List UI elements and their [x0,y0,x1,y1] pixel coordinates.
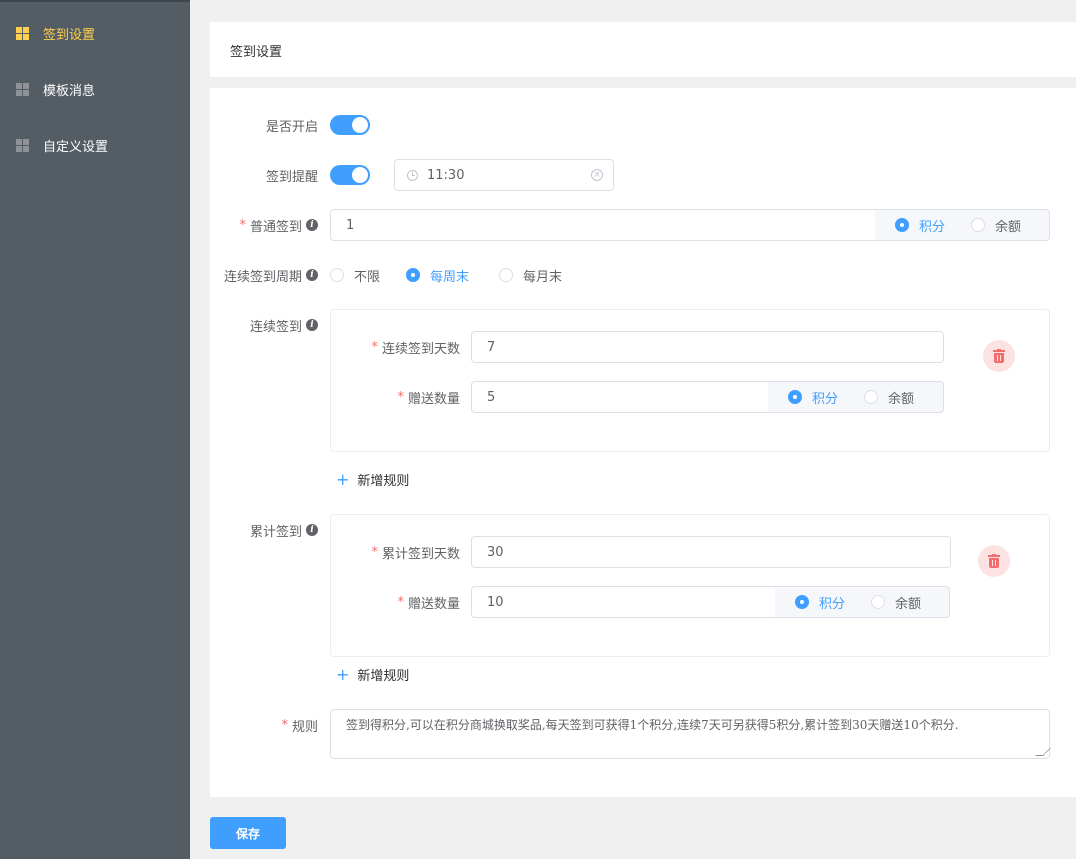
info-icon[interactable]: i [306,319,318,331]
cycle-month-end-radio[interactable]: 每月末 [499,266,562,285]
rules-text: 签到得积分,可以在积分商城换取奖品,每天签到可获得1个积分,连续7天可另获得5积… [346,718,959,732]
cycle-radio-group: 不限 每周末 每月末 [330,265,588,285]
cumulative-amount-input[interactable]: 10 [471,586,776,618]
required-asterisk: * [397,594,404,610]
rules-label-text: 规则 [291,719,318,735]
required-asterisk: * [371,339,378,355]
trash-icon [988,554,1000,568]
grid-icon [16,138,29,152]
sidebar: 签到设置 模板消息 自定义设置 [0,0,190,859]
rules-label: * 规则 [210,716,318,735]
reward-type-points-radio[interactable]: 积分 [795,593,845,612]
cumulative-days-value: 30 [487,544,504,560]
save-button-label: 保存 [235,826,260,841]
cumulative-reward-type: 积分 余额 [775,586,950,618]
info-icon[interactable]: i [306,269,318,281]
reminder-switch[interactable] [330,165,370,185]
consecutive-reward-type: 积分 余额 [768,381,944,413]
consecutive-days-label-text: 连续签到天数 [381,341,460,357]
normal-checkin-label: * 普通签到 i [210,216,318,235]
normal-checkin-input[interactable]: 1 [330,209,876,241]
cumulative-amount-label-text: 赠送数量 [407,596,460,612]
add-cumulative-rule-button[interactable]: + 新增规则 [336,665,409,684]
cycle-label: 连续签到周期 i [200,266,318,285]
clear-icon[interactable]: × [591,169,603,181]
reward-type-balance-radio[interactable]: 余额 [871,593,921,612]
reminder-time-value: 11:30 [427,167,465,183]
page-title: 签到设置 [230,45,283,60]
enabled-label: 是否开启 [210,116,318,135]
sidebar-item-custom-settings[interactable]: 自定义设置 [0,130,190,160]
cumulative-days-input[interactable]: 30 [471,536,951,568]
consecutive-days-label: * 连续签到天数 [340,338,460,357]
normal-checkin-value: 1 [346,217,355,233]
cycle-label-text: 连续签到周期 [223,269,302,285]
enabled-label-text: 是否开启 [265,119,318,135]
add-rule-label: 新增规则 [357,474,410,489]
consecutive-amount-label-text: 赠送数量 [407,391,460,407]
consecutive-amount-value: 5 [487,389,496,405]
required-asterisk: * [239,217,246,233]
sidebar-item-label: 签到设置 [43,27,96,43]
delete-cumulative-rule-button[interactable] [978,545,1010,577]
trash-icon [993,349,1005,363]
consecutive-amount-label: * 赠送数量 [340,388,460,407]
clock-icon [407,169,418,181]
sidebar-item-label: 自定义设置 [43,139,109,155]
plus-icon: + [336,664,350,684]
reward-type-points-radio[interactable]: 积分 [895,216,945,235]
reward-type-points-radio[interactable]: 积分 [788,388,838,407]
reminder-label-text: 签到提醒 [265,169,318,185]
consecutive-days-input[interactable]: 7 [471,331,944,363]
consecutive-label-text: 连续签到 [249,319,302,335]
cumulative-label-text: 累计签到 [249,524,302,540]
info-icon[interactable]: i [306,219,318,231]
save-button[interactable]: 保存 [210,817,286,849]
consecutive-days-value: 7 [487,339,496,355]
consecutive-label: 连续签到 i [210,316,318,335]
cumulative-amount-value: 10 [487,594,504,610]
plus-icon: + [336,469,350,489]
sidebar-item-template-messages[interactable]: 模板消息 [0,74,190,104]
normal-reward-type: 积分 余额 [875,209,1050,241]
reward-type-balance-radio[interactable]: 余额 [864,388,914,407]
cumulative-amount-label: * 赠送数量 [340,593,460,612]
add-rule-label: 新增规则 [357,669,410,684]
rules-textarea[interactable]: 签到得积分,可以在积分商城换取奖品,每天签到可获得1个积分,连续7天可另获得5积… [330,709,1051,759]
cycle-unlimited-radio[interactable]: 不限 [330,266,380,285]
reminder-label: 签到提醒 [210,166,318,185]
consecutive-amount-input[interactable]: 5 [471,381,769,413]
info-icon[interactable]: i [306,524,318,536]
resize-handle[interactable] [1035,748,1051,756]
normal-checkin-label-text: 普通签到 [249,219,302,235]
cumulative-days-label-text: 累计签到天数 [381,546,460,562]
sidebar-item-label: 模板消息 [43,83,96,99]
grid-icon [16,82,29,96]
required-asterisk: * [397,389,404,405]
cumulative-days-label: * 累计签到天数 [340,543,460,562]
required-asterisk: * [371,544,378,560]
cycle-weekend-radio[interactable]: 每周末 [406,266,469,285]
sidebar-item-checkin-settings[interactable]: 签到设置 [0,18,190,48]
required-asterisk: * [281,717,288,733]
enabled-switch[interactable] [330,115,370,135]
reward-type-balance-radio[interactable]: 余额 [971,216,1021,235]
reminder-time-picker[interactable]: 11:30 × [394,159,614,191]
add-consecutive-rule-button[interactable]: + 新增规则 [336,470,409,489]
cumulative-label: 累计签到 i [210,521,318,540]
grid-icon [16,26,29,40]
header-card: 签到设置 [210,22,1076,78]
delete-consecutive-rule-button[interactable] [983,340,1015,372]
